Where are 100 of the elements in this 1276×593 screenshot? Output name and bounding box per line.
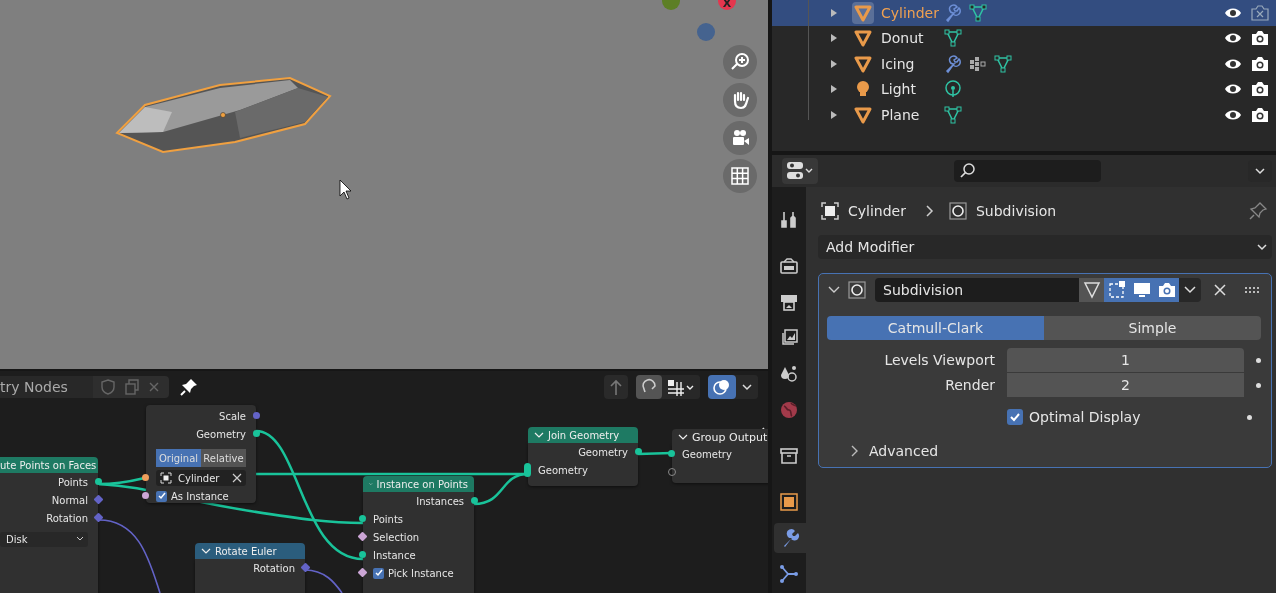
socket-dot[interactable] — [471, 497, 478, 504]
overlay-circles-icon — [712, 378, 732, 396]
chevron-right-icon — [923, 204, 934, 218]
triangle-icon — [854, 29, 872, 48]
node-header[interactable]: Instance on Points — [363, 476, 474, 492]
mouse-cursor-icon — [339, 179, 352, 200]
mesh-object-drawing[interactable] — [115, 76, 332, 154]
outliner-row[interactable]: Cylinder — [772, 0, 1276, 26]
camera-icon[interactable] — [1250, 105, 1270, 124]
mesh-data-icon[interactable] — [943, 104, 963, 125]
chevron-down-icon — [1253, 166, 1267, 176]
subpanel-title[interactable]: Advanced — [869, 443, 939, 459]
parent-node-tree-button[interactable] — [604, 375, 628, 399]
socket-dot[interactable] — [668, 450, 675, 457]
socket-dot[interactable] — [142, 492, 149, 499]
socket-dot[interactable] — [253, 412, 260, 419]
checkbox[interactable] — [1007, 409, 1023, 425]
expand-arrow-icon[interactable] — [830, 59, 838, 68]
socket-dot[interactable] — [95, 478, 102, 485]
chevron-down-icon[interactable] — [678, 432, 688, 442]
socket-label: Scale — [219, 410, 246, 422]
shield-icon[interactable] — [99, 378, 117, 396]
mode-toggle[interactable]: Original — [156, 449, 201, 467]
keyframe-dot-icon[interactable] — [1247, 414, 1252, 420]
edit-mode-icon[interactable] — [1104, 278, 1129, 302]
camera-icon[interactable] — [1250, 54, 1270, 73]
socket-dot[interactable] — [359, 551, 366, 558]
keyframe-dot-icon[interactable] — [1256, 357, 1261, 363]
node-header[interactable]: ute Points on Faces — [0, 457, 98, 473]
clear-icon[interactable] — [232, 473, 242, 483]
outliner-row[interactable]: Light — [772, 76, 1276, 102]
expand-arrow-icon[interactable] — [830, 34, 838, 43]
movie-camera-icon[interactable] — [723, 121, 757, 155]
node-header[interactable]: Rotate Euler — [195, 543, 305, 559]
outliner-row[interactable]: Icing — [772, 51, 1276, 77]
pin-icon[interactable] — [179, 377, 199, 397]
mesh-data-icon[interactable] — [968, 2, 988, 23]
checkbox-label: Optimal Display — [1029, 409, 1142, 425]
snap-grid-icon — [666, 378, 696, 396]
mode-toggle[interactable]: Relative — [201, 449, 246, 467]
expand-arrow-icon[interactable] — [830, 110, 838, 119]
add-modifier-dropdown[interactable]: Add Modifier — [818, 235, 1272, 259]
triangle-mesh-icon[interactable] — [1079, 278, 1104, 302]
zoom-icon[interactable] — [723, 45, 757, 79]
node-title: Join Geometry — [548, 429, 620, 441]
triangle-icon — [854, 54, 872, 73]
socket-label: Points — [373, 513, 404, 525]
expand-arrow-icon[interactable] — [830, 85, 838, 94]
breadcrumb-object: Cylinder — [848, 203, 906, 219]
socket-dot[interactable] — [635, 448, 642, 455]
wrench-icon[interactable] — [943, 2, 963, 23]
node-background[interactable] — [528, 443, 638, 486]
triangle-icon — [854, 3, 872, 22]
outliner-row[interactable]: Donut — [772, 25, 1276, 51]
editor-type-button[interactable] — [782, 158, 818, 184]
snap-magnet-button[interactable] — [636, 375, 662, 399]
chevron-down-icon — [76, 536, 84, 542]
checkbox[interactable] — [156, 490, 167, 502]
node-header[interactable]: Group Output — [672, 429, 768, 445]
drag-handle-icon[interactable] — [1245, 287, 1261, 293]
overlays-button[interactable] — [708, 375, 736, 399]
close-icon[interactable] — [1213, 283, 1227, 297]
checkbox[interactable] — [373, 567, 384, 579]
modifier-menu-button[interactable] — [1179, 278, 1201, 302]
modifier-name-field[interactable]: Subdivision — [875, 278, 1079, 302]
hand-icon[interactable] — [723, 83, 757, 117]
camera-icon[interactable] — [1250, 29, 1270, 48]
socket-label: Geometry — [196, 428, 246, 440]
node-background[interactable] — [672, 445, 768, 483]
socket-dot[interactable] — [253, 430, 260, 437]
method-tab[interactable]: Simple — [1044, 316, 1261, 340]
number-field[interactable]: 2 — [1007, 373, 1244, 397]
mesh-data-icon[interactable] — [943, 28, 963, 49]
method-tab[interactable]: Catmull-Clark — [827, 316, 1044, 340]
number-field[interactable]: 1 — [1007, 348, 1244, 372]
wrench-icon[interactable] — [943, 53, 963, 74]
object-name: Cylinder — [178, 472, 221, 484]
mesh-data-icon[interactable] — [993, 53, 1013, 74]
node-link[interactable] — [98, 519, 161, 593]
wrench-icon[interactable] — [774, 523, 808, 553]
subdivision-icon — [847, 280, 867, 300]
keyframe-dot-icon[interactable] — [1256, 382, 1261, 388]
socket-label: Geometry — [682, 448, 732, 460]
search-field[interactable] — [954, 160, 1101, 182]
grid-icon[interactable] — [723, 159, 757, 193]
chevron-down-icon[interactable] — [201, 546, 211, 556]
triangle-icon — [854, 105, 872, 124]
outliner-row[interactable]: Plane — [772, 102, 1276, 128]
object-field[interactable]: Cylinder — [156, 470, 246, 486]
node-tree-field[interactable]: try Nodes — [0, 376, 93, 398]
camera-icon[interactable] — [1250, 80, 1270, 99]
socket-dot[interactable] — [359, 515, 366, 522]
expand-arrow-icon[interactable] — [830, 8, 838, 17]
node-header[interactable]: Join Geometry — [528, 427, 638, 443]
object-icon — [820, 201, 840, 221]
light-data-icon[interactable] — [943, 79, 963, 100]
object-name: Plane — [881, 106, 921, 123]
node-title: Group Output — [692, 430, 768, 444]
field-label: Levels Viewport — [883, 352, 995, 368]
socket-dot[interactable] — [142, 474, 149, 481]
